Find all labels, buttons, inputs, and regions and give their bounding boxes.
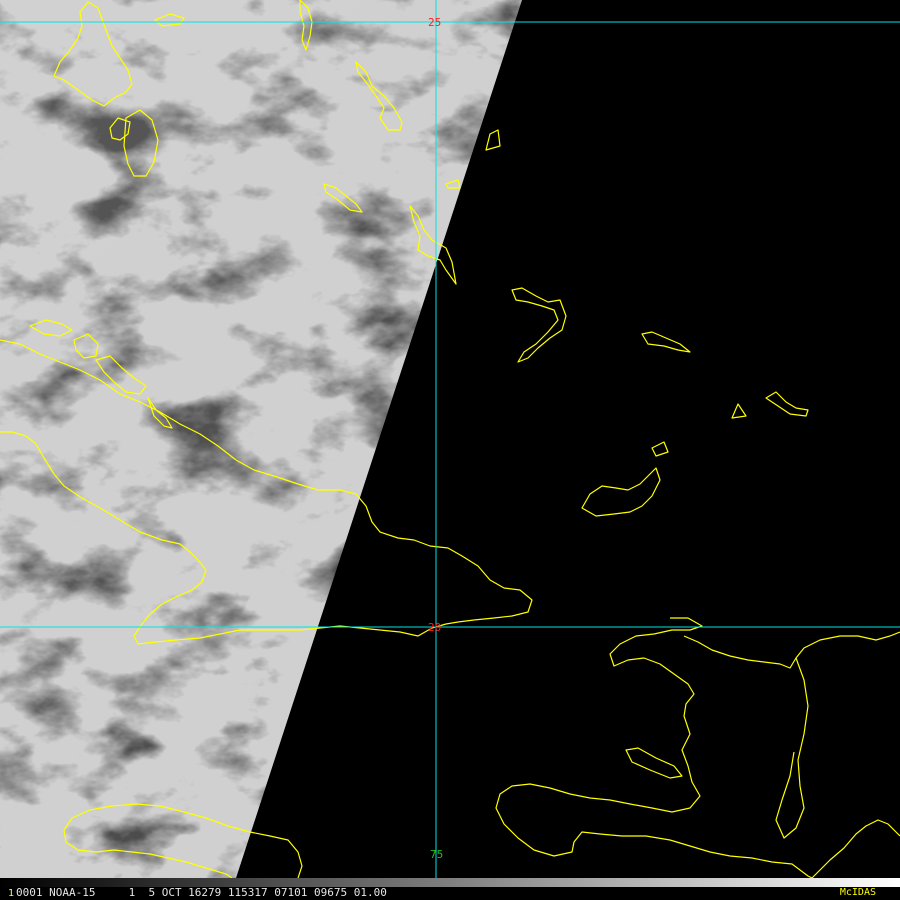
satellite-image-map: 25 20 75 [0,0,900,879]
mcidas-brand: McIDAS [839,887,876,898]
status-text: 0001 NOAA-15 1 5 OCT 16279 115317 07101 … [16,886,387,899]
latitude-label-20: 20 [428,621,441,634]
frame-number: 1 [8,888,15,899]
latitude-label-25: 25 [428,16,441,29]
longitude-label-75: 75 [430,848,443,861]
